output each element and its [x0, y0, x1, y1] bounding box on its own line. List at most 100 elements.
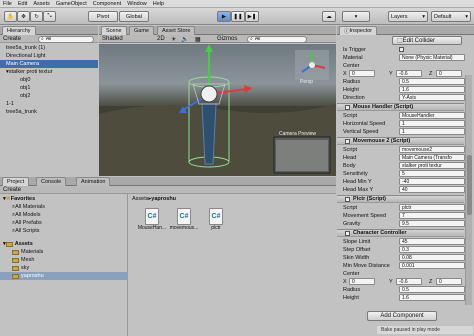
file-item[interactable]: C# MouseHan... — [137, 208, 167, 231]
height-field[interactable]: 1.6 — [399, 86, 465, 93]
material-field[interactable]: None (Physic Material) — [399, 54, 465, 61]
center-y-field[interactable]: -0.6 — [396, 70, 422, 77]
edit-collider-button[interactable]: ⬚ Edit Collider — [392, 36, 462, 45]
move-tool-button[interactable]: ✥ — [17, 11, 30, 22]
menu-file[interactable]: File — [3, 1, 12, 7]
head-field[interactable]: Main Camera (Transfo — [399, 154, 465, 161]
menu-edit[interactable]: Edit — [18, 1, 27, 7]
center-z-field[interactable]: 0 — [436, 70, 462, 77]
tab-animation[interactable]: Animation — [76, 177, 111, 186]
head-max-y-field[interactable]: 40 — [399, 186, 465, 193]
vertical-speed-field[interactable]: 1 — [399, 128, 465, 135]
direction-dropdown[interactable]: Y-Axis — [399, 94, 465, 101]
light-icon[interactable]: ☀ — [171, 36, 176, 43]
hierarchy-item[interactable]: obj1 — [0, 84, 98, 92]
favorite-item[interactable]: ⌕ All Scripts — [0, 227, 40, 235]
step-button[interactable]: ▶❚ — [245, 11, 259, 22]
tab-game[interactable]: Game — [129, 26, 154, 35]
movemouse-header[interactable]: Movemouse 2 (Script) — [337, 137, 464, 145]
breadcrumb-root[interactable]: Assets — [132, 196, 149, 202]
favorite-item[interactable]: ⌕ All Materials — [0, 203, 45, 211]
step-offset-field[interactable]: 0.3 — [399, 246, 465, 253]
tab-hierarchy[interactable]: Hierarchy — [2, 26, 36, 35]
file-item[interactable]: C# movemous... — [169, 208, 199, 231]
favorites-header[interactable]: ▾ ★ Favorites — [0, 195, 35, 203]
2d-toggle[interactable]: 2D — [157, 36, 165, 42]
center-x-field[interactable]: 0 — [349, 70, 375, 77]
hierarchy-search-input[interactable]: ⌕ All — [38, 35, 94, 43]
folder-item[interactable]: Materials — [0, 248, 43, 256]
character-controller-header[interactable]: Character Controller — [337, 229, 464, 237]
horizontal-speed-field[interactable]: 1 — [399, 120, 465, 127]
script-field[interactable]: MouseHandler — [399, 112, 465, 119]
is-trigger-checkbox[interactable] — [399, 47, 404, 52]
folder-item[interactable]: Mesh — [0, 256, 34, 264]
tab-inspector[interactable]: ⓘ Inspector — [339, 26, 378, 35]
body-field[interactable]: stalker proti textur — [399, 162, 465, 169]
scene-search-input[interactable]: ⌕ All — [247, 35, 307, 43]
character-controller-enabled-checkbox[interactable] — [345, 230, 350, 236]
radius-field[interactable]: 0.5 — [399, 78, 465, 85]
mouse-handler-header[interactable]: Mouse Handler (Script) — [337, 103, 464, 111]
height-field[interactable]: 1.6 — [399, 294, 465, 301]
center-x-field[interactable]: 0 — [349, 278, 375, 285]
skin-width-field[interactable]: 0.08 — [399, 254, 465, 261]
favorite-item[interactable]: ⌕ All Prefabs — [0, 219, 42, 227]
scale-tool-button[interactable]: ⤡ — [43, 11, 56, 22]
hierarchy-item[interactable]: obj2 — [0, 92, 98, 100]
shaded-dropdown[interactable]: Shaded — [102, 36, 123, 42]
center-y-field[interactable]: -0.6 — [396, 278, 422, 285]
menu-gameobject[interactable]: GameObject — [56, 1, 87, 7]
folder-item[interactable]: sky — [0, 264, 29, 272]
hierarchy-item[interactable]: 1-1 — [0, 100, 98, 108]
sensitivity-field[interactable]: 5 — [399, 170, 465, 177]
pause-button[interactable]: ❚❚ — [231, 11, 245, 22]
assets-header[interactable]: ▾ Assets — [0, 240, 33, 248]
scene-viewport[interactable]: Persp Camera Preview — [99, 44, 336, 176]
head-min-y-field[interactable]: -40 — [399, 178, 465, 185]
plctr-header[interactable]: Plctr (Script) — [337, 195, 464, 203]
hierarchy-item[interactable]: tree5a_trunk (1) — [0, 44, 98, 52]
hand-tool-button[interactable]: ✋ — [4, 11, 17, 22]
min-move-distance-field[interactable]: 0.001 — [399, 262, 465, 269]
view-gizmo-center[interactable] — [309, 62, 315, 68]
inspector-scrollbar-thumb[interactable] — [467, 155, 472, 215]
mouse-handler-enabled-checkbox[interactable] — [345, 104, 350, 110]
file-item[interactable]: C# plctr — [201, 208, 231, 231]
script-field[interactable]: movemouse2 — [399, 146, 465, 153]
tab-console[interactable]: Console — [36, 177, 67, 186]
pivot-toggle[interactable]: Pivot — [88, 11, 118, 22]
layers-dropdown[interactable]: Layers ▾ — [388, 11, 428, 22]
rotate-tool-button[interactable]: ↻ — [30, 11, 43, 22]
global-toggle[interactable]: Global — [119, 11, 149, 22]
breadcrumb-current[interactable]: yaproshu — [151, 196, 176, 202]
tab-scene[interactable]: Scene — [101, 26, 127, 35]
plctr-enabled-checkbox[interactable] — [345, 196, 350, 202]
center-z-field[interactable]: 0 — [436, 278, 462, 285]
cloud-button[interactable]: ☁ — [322, 11, 336, 22]
hierarchy-item[interactable]: Directional Light — [0, 52, 98, 60]
project-create-button[interactable]: Create — [3, 187, 21, 193]
menu-assets[interactable]: Assets — [33, 1, 50, 7]
hierarchy-item[interactable]: tree5a_trunk — [0, 108, 98, 116]
gravity-field[interactable]: 9.5 — [399, 220, 465, 227]
menu-component[interactable]: Component — [93, 1, 121, 7]
gizmos-dropdown[interactable]: Gizmos — [217, 36, 237, 42]
tab-project[interactable]: Project — [2, 177, 30, 186]
movement-speed-field[interactable]: 7 — [399, 212, 465, 219]
layout-dropdown[interactable]: Default ▾ — [431, 11, 471, 22]
effects-icon[interactable]: ▦ — [195, 36, 201, 43]
tab-asset-store[interactable]: Asset Store — [157, 26, 196, 35]
hierarchy-create-button[interactable]: Create — [3, 36, 21, 42]
hierarchy-item[interactable]: obj0 — [0, 76, 98, 84]
menu-help[interactable]: Help — [153, 1, 164, 7]
inspector-scrollbar[interactable] — [465, 75, 472, 305]
favorite-item[interactable]: ⌕ All Models — [0, 211, 40, 219]
folder-item-selected[interactable]: yaproshu — [0, 272, 128, 280]
hierarchy-item-selected[interactable]: Main Camera — [0, 60, 98, 68]
menu-window[interactable]: Window — [127, 1, 147, 7]
slope-limit-field[interactable]: 45 — [399, 238, 465, 245]
radius-field[interactable]: 0.5 — [399, 286, 465, 293]
audio-icon[interactable]: 🔊 — [181, 36, 188, 43]
account-dropdown[interactable]: ▾ — [342, 11, 370, 22]
